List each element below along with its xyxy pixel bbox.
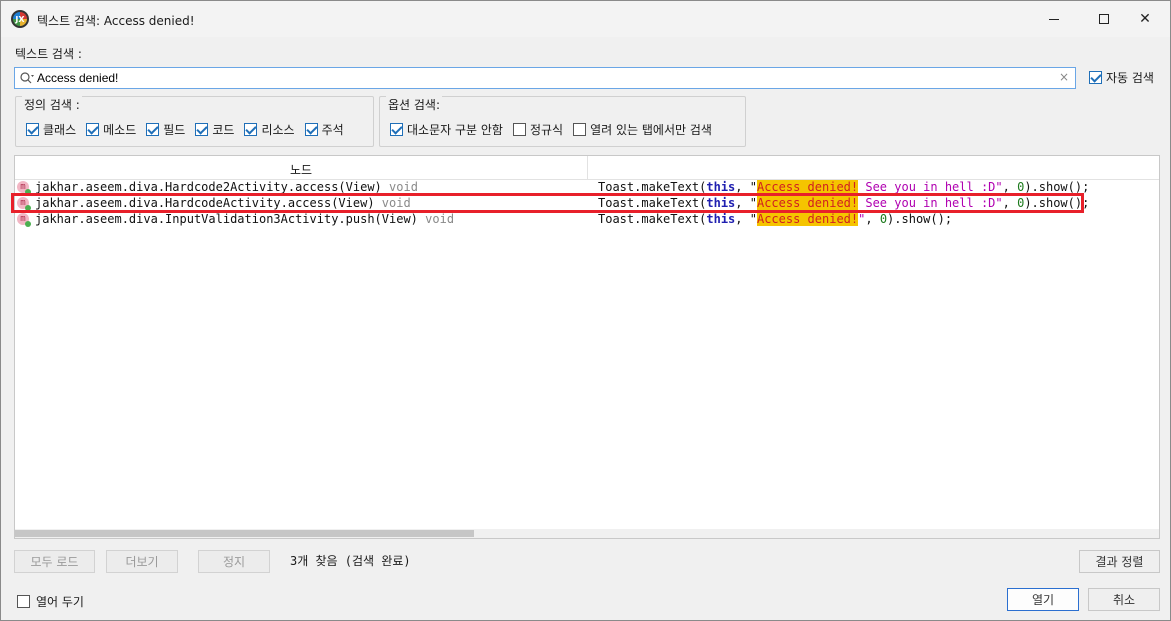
node-text: jakhar.aseem.diva.InputValidation3Activi… (35, 212, 455, 226)
code-snippet: Toast.makeText(this, "Access denied!", 0… (598, 212, 953, 226)
keep-open-label: 열어 두기 (36, 595, 84, 609)
code-snippet: Toast.makeText(this, "Access denied! See… (598, 180, 1090, 194)
clear-search-icon[interactable]: × (1059, 70, 1069, 84)
method-icon: m (17, 197, 31, 211)
column-header-node[interactable]: 노드 (290, 161, 312, 178)
open-button[interactable]: 열기 (1007, 588, 1079, 611)
checkbox-field[interactable]: 필드 (146, 121, 185, 138)
column-divider[interactable] (587, 156, 588, 180)
checkbox-open-tabs-only[interactable]: 열려 있는 탭에서만 검색 (573, 121, 712, 138)
method-icon: m (17, 213, 31, 227)
auto-search-label: 자동 검색 (1106, 71, 1154, 85)
checkbox-icon[interactable] (304, 123, 318, 136)
app-logo-icon: JX (11, 10, 29, 28)
search-value[interactable]: Access denied! (37, 71, 118, 85)
checkbox-icon[interactable] (146, 123, 160, 136)
stop-button[interactable]: 정지 (198, 550, 270, 573)
options-search-title: 옵션 검색: (386, 96, 443, 113)
table-row[interactable]: m jakhar.aseem.diva.HardcodeActivity.acc… (15, 196, 1159, 212)
checkbox-icon[interactable] (86, 123, 100, 136)
sort-results-button[interactable]: 결과 정렬 (1079, 550, 1160, 573)
checkbox-comment[interactable]: 주석 (304, 121, 344, 138)
checkbox-icon[interactable] (1089, 71, 1102, 84)
checkbox-icon[interactable] (244, 123, 258, 136)
checkbox-label: 리소스 (261, 123, 295, 137)
checkbox-regex[interactable]: 정규식 (512, 121, 564, 138)
checkbox-resource[interactable]: 리소스 (244, 121, 295, 138)
checkbox-code[interactable]: 코드 (195, 121, 234, 138)
method-icon: m (17, 181, 31, 195)
checkbox-icon[interactable] (17, 595, 30, 608)
definition-search-title: 정의 검색 : (22, 96, 82, 113)
options-search-group: 옵션 검색: 대소문자 구분 안함 정규식 열려 있는 탭에서만 검색 (379, 96, 746, 147)
checkbox-icon[interactable] (195, 123, 209, 136)
checkbox-icon[interactable] (573, 123, 587, 136)
checkbox-label: 코드 (212, 123, 235, 137)
minimize-icon (1049, 18, 1059, 20)
checkbox-label: 정규식 (529, 123, 564, 137)
results-table[interactable]: 노드 m jakhar.aseem.diva.Hardcode2Activity… (14, 155, 1160, 539)
search-icon (20, 72, 34, 84)
minimize-button[interactable] (1031, 1, 1077, 37)
node-text: jakhar.aseem.diva.HardcodeActivity.acces… (35, 196, 411, 210)
cancel-button[interactable]: 취소 (1088, 588, 1160, 611)
checkbox-ignore-case[interactable]: 대소문자 구분 안함 (390, 121, 503, 138)
checkbox-label: 필드 (163, 123, 186, 137)
node-text: jakhar.aseem.diva.Hardcode2Activity.acce… (35, 180, 418, 194)
status-text: 3개 찾음 (검색 완료) (290, 554, 411, 568)
auto-search-checkbox[interactable]: 자동 검색 (1089, 69, 1154, 86)
load-all-button[interactable]: 모두 로드 (14, 550, 95, 573)
close-button[interactable]: ✕ (1122, 1, 1168, 37)
text-search-dialog: JX 텍스트 검색: Access denied! ✕ 텍스트 검색 : Acc… (0, 0, 1171, 621)
scrollbar-thumb[interactable] (15, 530, 474, 537)
table-row[interactable]: m jakhar.aseem.diva.Hardcode2Activity.ac… (15, 180, 1159, 196)
checkbox-label: 주석 (321, 123, 344, 137)
window-title: 텍스트 검색: Access denied! (37, 14, 195, 28)
checkbox-label: 클래스 (43, 123, 77, 137)
checkbox-method[interactable]: 메소드 (86, 121, 136, 138)
search-label: 텍스트 검색 : (15, 47, 82, 61)
definition-search-group: 정의 검색 : 클래스 메소드 필드 코드 리소스 주석 (15, 96, 374, 147)
results-header: 노드 (15, 156, 1159, 180)
checkbox-label: 대소문자 구분 안함 (407, 123, 503, 137)
checkbox-icon[interactable] (26, 123, 39, 136)
close-icon: ✕ (1139, 11, 1151, 27)
table-row[interactable]: m jakhar.aseem.diva.InputValidation3Acti… (15, 212, 1159, 228)
more-button[interactable]: 더보기 (106, 550, 178, 573)
checkbox-label: 열려 있는 탭에서만 검색 (590, 123, 712, 137)
keep-open-checkbox[interactable]: 열어 두기 (17, 593, 84, 610)
checkbox-label: 메소드 (103, 123, 137, 137)
checkbox-icon[interactable] (390, 123, 403, 136)
checkbox-icon[interactable] (512, 123, 526, 136)
checkbox-class[interactable]: 클래스 (26, 121, 76, 138)
horizontal-scrollbar[interactable] (15, 529, 1159, 538)
maximize-button[interactable] (1081, 1, 1127, 37)
maximize-icon (1099, 14, 1109, 24)
search-input[interactable]: Access denied! × (14, 67, 1076, 89)
title-bar: JX 텍스트 검색: Access denied! ✕ (1, 1, 1170, 37)
code-snippet: Toast.makeText(this, "Access denied! See… (598, 196, 1090, 210)
